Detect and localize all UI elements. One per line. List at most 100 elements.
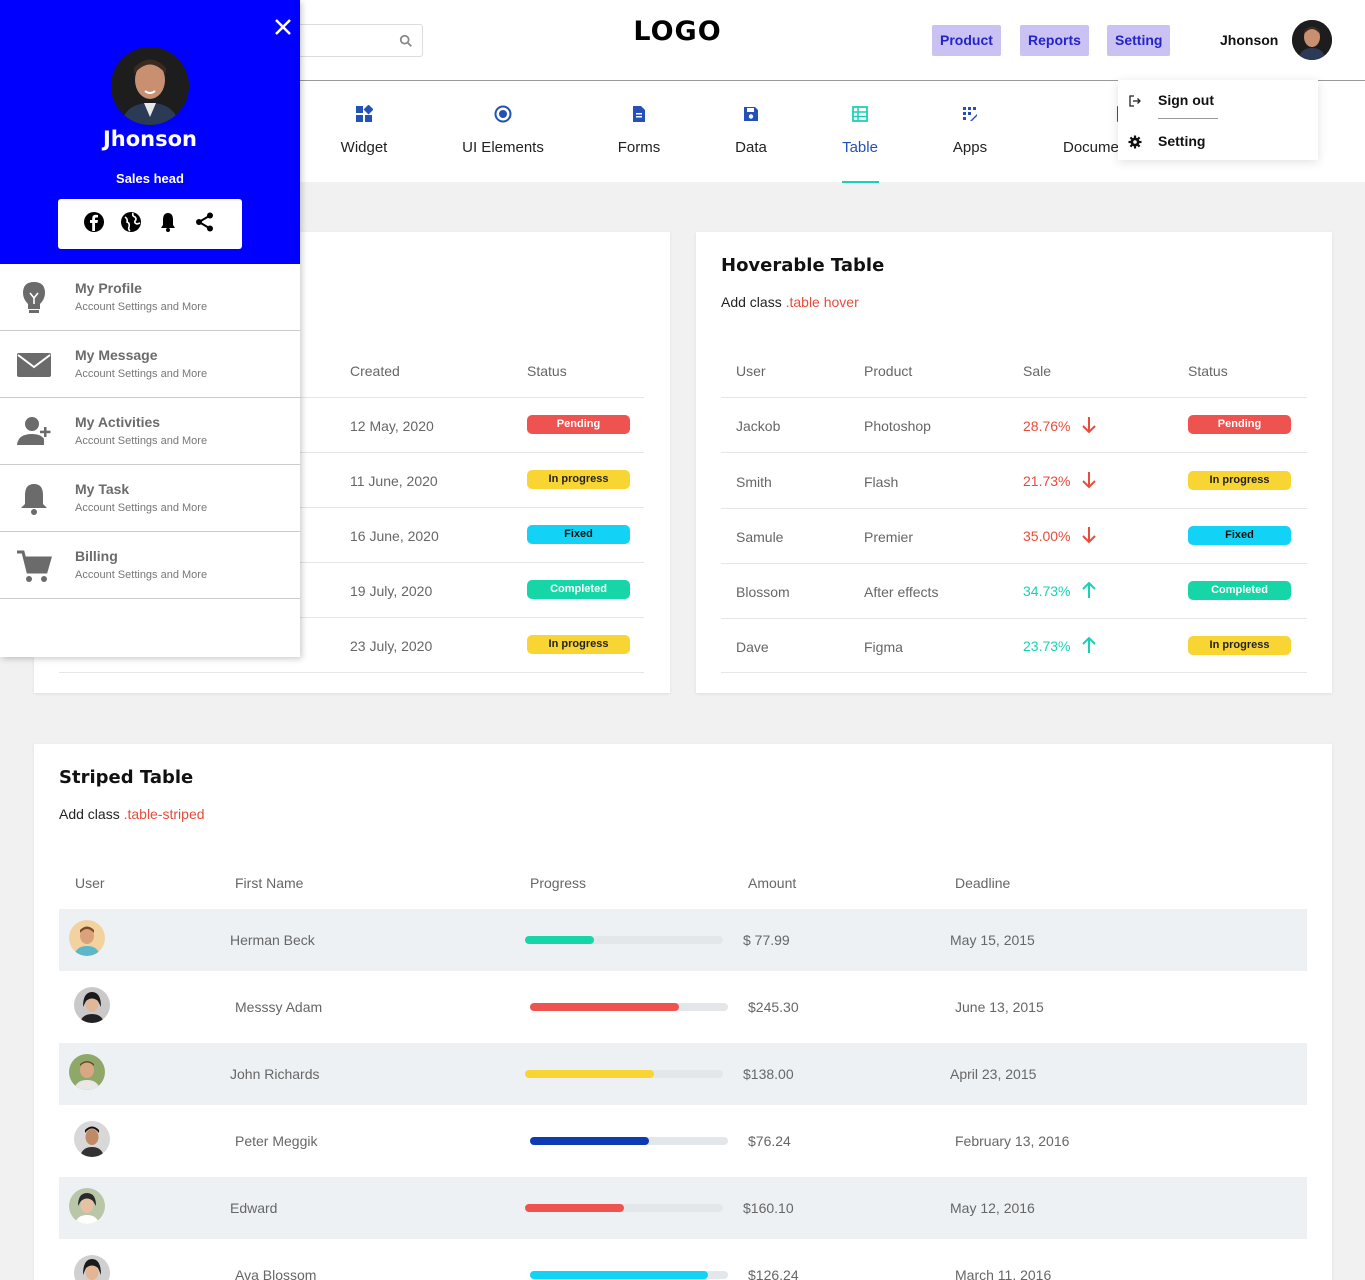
progress-fill (525, 1204, 624, 1212)
progress-fill (530, 1003, 679, 1011)
arrow-down-icon (1082, 527, 1096, 544)
progress-bar (530, 1003, 728, 1011)
hoverable-table-card: Hoverable Table Add class .table hover U… (696, 232, 1332, 693)
add-user-icon (17, 417, 51, 445)
status-badge: In progress (1188, 636, 1291, 655)
deadline-cell: May 15, 2015 (950, 932, 1035, 948)
facebook-icon[interactable] (83, 211, 105, 233)
bell-icon (21, 484, 47, 515)
dropdown-divider (1158, 118, 1218, 119)
card-subtitle: Add class .table-striped (59, 806, 205, 822)
apps-icon (963, 107, 977, 121)
table-divider (59, 672, 644, 673)
profile-sidebar: Jhonson Sales head My Profile Account Se… (0, 0, 300, 657)
column-header-first-name: First Name (235, 875, 304, 891)
bell-icon[interactable] (157, 211, 179, 233)
search-input[interactable] (290, 24, 423, 57)
table-icon (852, 106, 868, 122)
nav-ui-elements[interactable]: UI Elements (453, 81, 553, 182)
status-badge: Pending (1188, 415, 1291, 434)
avatar (69, 1188, 105, 1224)
product-cell: Figma (864, 639, 903, 655)
first-name-cell: Herman Beck (230, 932, 315, 948)
arrow-down-icon (1082, 472, 1096, 489)
column-header-user: User (736, 363, 766, 379)
class-name: .table-striped (123, 806, 205, 822)
status-badge: Fixed (527, 525, 630, 544)
sidebar-item-my-activities[interactable]: My Activities Account Settings and More (0, 398, 300, 465)
deadline-cell: April 23, 2015 (950, 1066, 1037, 1082)
nav-widget[interactable]: Widget (324, 81, 404, 182)
sidebar-item-my-task[interactable]: My Task Account Settings and More (0, 465, 300, 532)
column-header-created: Created (350, 363, 400, 379)
globe-icon[interactable] (120, 211, 142, 233)
card-subtitle: Add class .table hover (721, 294, 859, 310)
avatar (69, 920, 105, 956)
reports-button[interactable]: Reports (1020, 25, 1089, 56)
status-badge: In progress (527, 470, 630, 489)
user-cell: Blossom (736, 584, 790, 600)
table-divider (721, 618, 1307, 619)
status-badge: Pending (527, 415, 630, 434)
deadline-cell: March 11, 2016 (955, 1267, 1052, 1280)
created-cell: 19 July, 2020 (350, 583, 433, 599)
first-name-cell: Ava Blossom (235, 1267, 317, 1280)
sidebar-item-my-profile[interactable]: My Profile Account Settings and More (0, 264, 300, 331)
progress-bar (530, 1271, 728, 1279)
avatar[interactable] (1292, 20, 1332, 60)
table-divider (721, 397, 1307, 398)
nav-apps[interactable]: Apps (945, 81, 995, 182)
product-button[interactable]: Product (932, 25, 1001, 56)
progress-bar (525, 1204, 723, 1212)
amount-cell: $245.30 (748, 999, 799, 1015)
progress-fill (525, 936, 595, 944)
progress-bar (530, 1137, 728, 1145)
avatar (111, 47, 189, 125)
user-cell: Samule (736, 529, 784, 545)
created-cell: 12 May, 2020 (350, 418, 434, 434)
created-cell: 23 July, 2020 (350, 638, 433, 654)
share-icon[interactable] (194, 211, 216, 233)
logo: LOGO (633, 16, 722, 47)
user-cell: Dave (736, 639, 769, 655)
close-icon[interactable] (273, 17, 293, 37)
setting-button[interactable]: Setting (1107, 25, 1171, 56)
sidebar-user-name: Jhonson (102, 127, 198, 151)
first-name-cell: Edward (230, 1200, 278, 1216)
product-cell: After effects (864, 584, 939, 600)
nav-forms[interactable]: Forms (609, 81, 669, 182)
nav-documentation[interactable]: Docume (1063, 81, 1129, 182)
first-name-cell: John Richards (230, 1066, 320, 1082)
arrow-up-icon (1082, 581, 1096, 598)
progress-bar (525, 1070, 723, 1078)
column-header-user: User (75, 875, 105, 891)
table-divider (721, 452, 1307, 453)
sidebar-item-billing[interactable]: Billing Account Settings and More (0, 532, 300, 599)
floppy-icon (744, 107, 758, 121)
progress-bar (525, 936, 723, 944)
avatar (74, 987, 110, 1023)
sidebar-item-my-message[interactable]: My Message Account Settings and More (0, 331, 300, 398)
deadline-cell: February 13, 2016 (955, 1133, 1070, 1149)
column-header-progress: Progress (530, 875, 587, 891)
sale-cell: 35.00% (1023, 528, 1071, 544)
first-name-cell: Messsy Adam (235, 999, 323, 1015)
sale-cell: 34.73% (1023, 583, 1071, 599)
document-icon (633, 106, 645, 122)
widget-icon (356, 105, 373, 122)
user-name[interactable]: Jhonson (1220, 32, 1278, 48)
nav-table[interactable]: Table (835, 81, 885, 182)
column-header-status: Status (527, 363, 567, 379)
arrow-up-icon (1082, 636, 1096, 653)
avatar (69, 1054, 105, 1090)
nav-data[interactable]: Data (726, 81, 776, 182)
sidebar-user-role: Sales head (116, 171, 184, 186)
avatar (74, 1121, 110, 1157)
gear-icon (1128, 135, 1142, 149)
user-cell: Smith (736, 474, 772, 490)
sale-cell: 21.73% (1023, 473, 1071, 489)
status-badge: Completed (527, 580, 630, 599)
status-badge: Completed (1188, 581, 1291, 600)
lightbulb-icon (23, 282, 45, 313)
card-title: Striped Table (59, 767, 194, 788)
